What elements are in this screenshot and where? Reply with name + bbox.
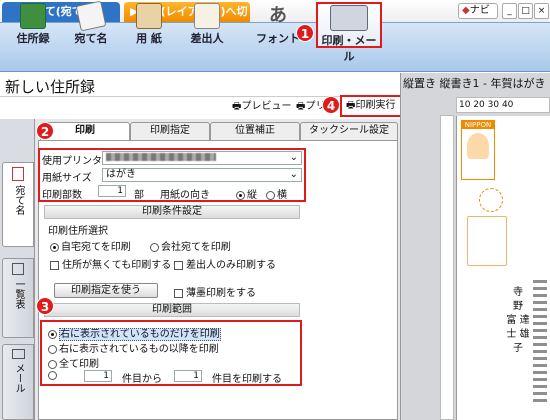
- font-icon: あ: [269, 5, 287, 26]
- radio-print-company[interactable]: 会社宛てを印刷: [150, 238, 231, 253]
- vtab-addressee[interactable]: 宛て名: [2, 162, 34, 247]
- radio-print-range[interactable]: [48, 370, 59, 381]
- close-button[interactable]: ×: [534, 3, 549, 19]
- checkbox-icon: [174, 260, 183, 270]
- radio-selected-icon: [50, 242, 59, 252]
- radio-print-after[interactable]: 右に表示されているもの以降を印刷: [48, 340, 219, 355]
- range-from-label: 件目から: [122, 374, 162, 385]
- radio-icon: [266, 190, 275, 200]
- stamp-figure: [467, 133, 489, 159]
- stamp-image: NIPPON: [461, 120, 495, 180]
- addressbook-icon: [20, 3, 46, 29]
- font-button[interactable]: あフォント: [252, 2, 304, 48]
- mail-icon: [11, 349, 25, 359]
- chevron-down-icon: ⌄: [289, 169, 298, 180]
- print-mail-button[interactable]: 印刷・メール: [316, 2, 382, 63]
- postmark-frame: [467, 216, 507, 266]
- radio-icon: [150, 242, 159, 252]
- sender-icon: [194, 3, 220, 29]
- print-target-label: 印刷住所選択: [48, 226, 108, 237]
- minimize-button[interactable]: _: [502, 3, 517, 19]
- radio-selected-icon: [236, 190, 245, 200]
- page-title: 新しい住所録: [0, 73, 400, 97]
- postmark-circle: [479, 188, 503, 212]
- orientation-portrait-radio[interactable]: 縦: [236, 186, 257, 201]
- use-print-spec-button[interactable]: 印刷指定を使う: [54, 283, 158, 298]
- paper-size-label: 用紙サイズ: [42, 173, 92, 184]
- orientation-label: 用紙の向き: [160, 190, 210, 201]
- printer-icon: [330, 5, 368, 31]
- range-to-stepper[interactable]: 1: [174, 369, 202, 382]
- addressee-card-icon: [12, 167, 24, 181]
- radio-icon: [48, 359, 57, 369]
- checkbox-print-no-address[interactable]: 住所が無くても印刷する: [50, 256, 171, 271]
- chevron-down-icon: ⌄: [289, 152, 298, 163]
- stamp-label: NIPPON: [462, 121, 494, 129]
- checkbox-icon: [174, 288, 183, 298]
- copies-stepper[interactable]: 1: [98, 184, 126, 197]
- vertical-ruler: [440, 115, 454, 420]
- preview-button[interactable]: 🖶プレビュー: [232, 98, 291, 116]
- copies-label: 印刷部数: [42, 190, 82, 201]
- list-icon: [12, 263, 24, 275]
- range-from-stepper[interactable]: 1: [84, 369, 112, 382]
- addressee-icon: [75, 0, 107, 32]
- callout-badge-1: 1: [296, 24, 314, 42]
- printer-select[interactable]: ⌄: [102, 151, 302, 165]
- orientation-landscape-radio[interactable]: 横: [266, 186, 287, 201]
- radio-icon: [48, 344, 57, 354]
- paper-icon: [136, 3, 162, 29]
- address-text-vertical: [533, 276, 547, 406]
- tab-tack-seal[interactable]: タックシール設定: [300, 122, 398, 140]
- checkbox-sender-only[interactable]: 差出人のみ印刷する: [174, 256, 276, 271]
- copies-unit: 部: [134, 190, 144, 201]
- range-to-label: 件目を印刷する: [212, 374, 282, 385]
- vtab-list[interactable]: 一覧表: [2, 258, 34, 338]
- callout-badge-3: 3: [36, 297, 54, 315]
- vtab-mail[interactable]: メール: [2, 344, 34, 420]
- tab-position-correct[interactable]: 位置補正: [210, 122, 300, 140]
- paper-size-select[interactable]: はがき ⌄: [102, 168, 302, 182]
- navi-icon: ◆: [462, 5, 470, 16]
- range-header: 印刷範囲: [44, 303, 300, 317]
- maximize-button[interactable]: □: [518, 3, 533, 19]
- printer-name-redacted: [106, 153, 216, 161]
- radio-print-home[interactable]: 自宅宛てを印刷: [50, 238, 131, 253]
- callout-badge-2: 2: [36, 122, 54, 140]
- checkbox-icon: [50, 260, 59, 270]
- radio-print-current[interactable]: 右に表示されているものだけを印刷: [48, 325, 221, 341]
- conditions-header: 印刷条件設定: [44, 205, 300, 219]
- addressbook-button[interactable]: 住所録: [8, 2, 58, 48]
- checkbox-light-ink[interactable]: 薄墨印刷をする: [174, 284, 256, 299]
- callout-badge-4: 4: [322, 96, 340, 114]
- horizontal-ruler: 10 20 30 40: [456, 97, 550, 113]
- radio-icon: [48, 370, 57, 380]
- preview-title: 縦置き 縦書き1 - 年賀はがき: [403, 77, 546, 90]
- radio-selected-icon: [48, 329, 57, 339]
- sender-button[interactable]: 差出人: [182, 2, 232, 48]
- addressee-button[interactable]: 宛て名: [66, 0, 116, 48]
- radio-print-all[interactable]: 全て印刷: [48, 355, 99, 370]
- navi-button[interactable]: ◆ナビ: [458, 3, 498, 19]
- paper-button[interactable]: 用 紙: [124, 2, 174, 48]
- print-execute-button[interactable]: 🖶印刷実行: [340, 95, 406, 117]
- tab-print-spec[interactable]: 印刷指定: [130, 122, 210, 140]
- postcard-preview: NIPPON 寺 野 富 達 士 雄 子: [456, 116, 550, 420]
